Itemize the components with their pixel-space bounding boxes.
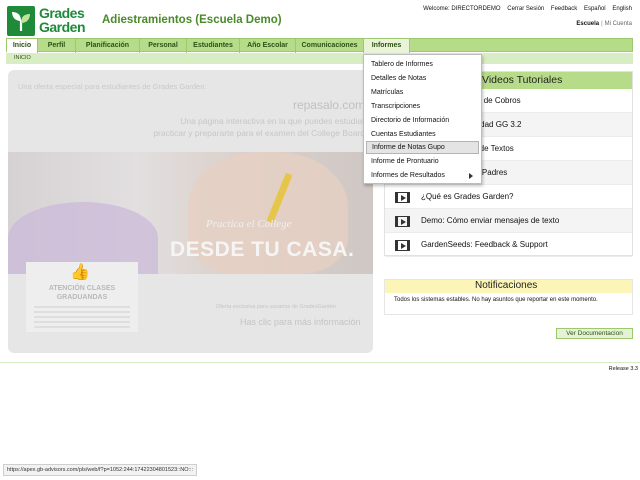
- nav-perfil[interactable]: Perfil: [38, 39, 76, 53]
- nav-comunicaciones[interactable]: Comunicaciones: [296, 39, 364, 53]
- feedback-link[interactable]: Feedback: [551, 6, 577, 12]
- spanish-link[interactable]: Español: [584, 6, 606, 12]
- link-separator: |: [601, 21, 603, 27]
- top-links: Welcome: DIRECTORDEMO Cerrar Sesión Feed…: [418, 6, 632, 12]
- menu-item-transcripciones[interactable]: Transcripciones: [366, 100, 479, 113]
- submenu-arrow-icon: [469, 173, 473, 179]
- notifications-header: Notificaciones: [385, 280, 632, 293]
- video-label: ¿Qué es Grades Garden?: [421, 192, 514, 201]
- menu-item-informe-prontuario[interactable]: Informe de Prontuario: [366, 155, 479, 168]
- nav-ano-escolar[interactable]: Año Escolar: [240, 39, 296, 53]
- logout-link[interactable]: Cerrar Sesión: [507, 6, 544, 12]
- promo-small-text: Oferta exclusiva para usuarios de Grades…: [216, 304, 336, 310]
- video-label: Demo: Cómo enviar mensajes de texto: [421, 216, 560, 225]
- promo-script-text: Practica el College: [206, 218, 292, 230]
- video-item[interactable]: Demo: Cómo enviar mensajes de texto: [385, 209, 632, 233]
- logo-text-garden: Garden: [39, 19, 86, 35]
- video-item[interactable]: ¿Qué es Grades Garden?: [385, 185, 632, 209]
- nav-planificacion[interactable]: Planificación: [76, 39, 140, 53]
- account-links: Escuela | Mi Cuenta: [576, 21, 632, 27]
- video-tutorials-title: Videos Tutoriales: [482, 74, 563, 86]
- status-bar-url: https://apex.gb-advisors.com/pls/web/f?p…: [3, 464, 198, 476]
- menu-item-informes-resultados[interactable]: Informes de Resultados: [366, 169, 479, 182]
- nav-inicio[interactable]: Inicio: [7, 39, 38, 53]
- main-nav: Inicio Perfil Planificación Personal Est…: [6, 38, 633, 53]
- notifications-panel: Notificaciones Todos los sistemas establ…: [384, 279, 633, 315]
- promo-banner[interactable]: Una oferta especial para estudiantes de …: [8, 70, 373, 353]
- menu-item-tablero-informes[interactable]: Tablero de Informes: [366, 58, 479, 71]
- promo-brand: repasalo.com: [292, 98, 365, 112]
- nav-estudiantes[interactable]: Estudiantes: [187, 39, 240, 53]
- breadcrumb[interactable]: INICIO: [14, 55, 31, 61]
- thumbs-up-icon: 👍: [70, 264, 90, 281]
- sprout-icon: [7, 6, 35, 36]
- graduation-fine-print: [34, 306, 130, 328]
- graduation-title: ATENCIÓN CLASES GRADUANDAS: [48, 285, 116, 301]
- video-item[interactable]: GardenSeeds: Feedback & Support: [385, 233, 632, 257]
- promo-line-1: Una página interactiva en la que puedes …: [180, 116, 365, 126]
- nav-personal[interactable]: Personal: [140, 39, 187, 53]
- nav-informes[interactable]: Informes: [364, 39, 410, 53]
- menu-item-informe-notas-grupo[interactable]: Informe de Notas Gupo: [366, 141, 479, 154]
- menu-item-detalles-notas[interactable]: Detalles de Notas: [366, 72, 479, 85]
- notifications-title: Notificaciones: [475, 280, 538, 291]
- notifications-text: Todos los sistemas estables. No hay asun…: [394, 297, 598, 303]
- promo-headline: Una oferta especial para estudiantes de …: [18, 82, 207, 91]
- school-link[interactable]: Escuela: [576, 21, 599, 27]
- view-documentation-button[interactable]: Ver Documentacion: [556, 328, 633, 339]
- english-link[interactable]: English: [612, 6, 632, 12]
- page: Grades Garden Adiestramientos (Escuela D…: [0, 0, 640, 480]
- menu-item-matriculas[interactable]: Matrículas: [366, 86, 479, 99]
- video-play-icon: [395, 192, 410, 203]
- welcome-text: Welcome: DIRECTORDEMO: [423, 6, 501, 12]
- video-play-icon: [395, 216, 410, 227]
- app-title: Adiestramientos (Escuela Demo): [102, 14, 282, 26]
- promo-big-text: DESDE TU CASA.: [170, 238, 355, 261]
- menu-item-label: Informes de Resultados: [371, 172, 445, 179]
- promo-line-2: practicar y prepararte para el examen de…: [153, 128, 365, 138]
- menu-item-directorio[interactable]: Directorio de Información: [366, 114, 479, 127]
- graduation-notice: 👍 ATENCIÓN CLASES GRADUANDAS: [26, 262, 138, 332]
- promo-more-info-link[interactable]: Has clic para más información: [240, 317, 361, 327]
- my-account-link[interactable]: Mi Cuenta: [605, 21, 632, 27]
- release-label: Release 3.3: [608, 366, 638, 372]
- video-play-icon: [395, 240, 410, 251]
- breadcrumb-bar: INICIO: [6, 53, 633, 64]
- video-label: GardenSeeds: Feedback & Support: [421, 240, 548, 249]
- menu-item-cuentas-estudiantes[interactable]: Cuentas Estudiantes: [366, 128, 479, 141]
- grades-garden-logo[interactable]: Grades Garden: [7, 5, 93, 36]
- footer-divider: [0, 362, 640, 363]
- reports-dropdown-menu: Tablero de Informes Detalles de Notas Ma…: [363, 54, 482, 184]
